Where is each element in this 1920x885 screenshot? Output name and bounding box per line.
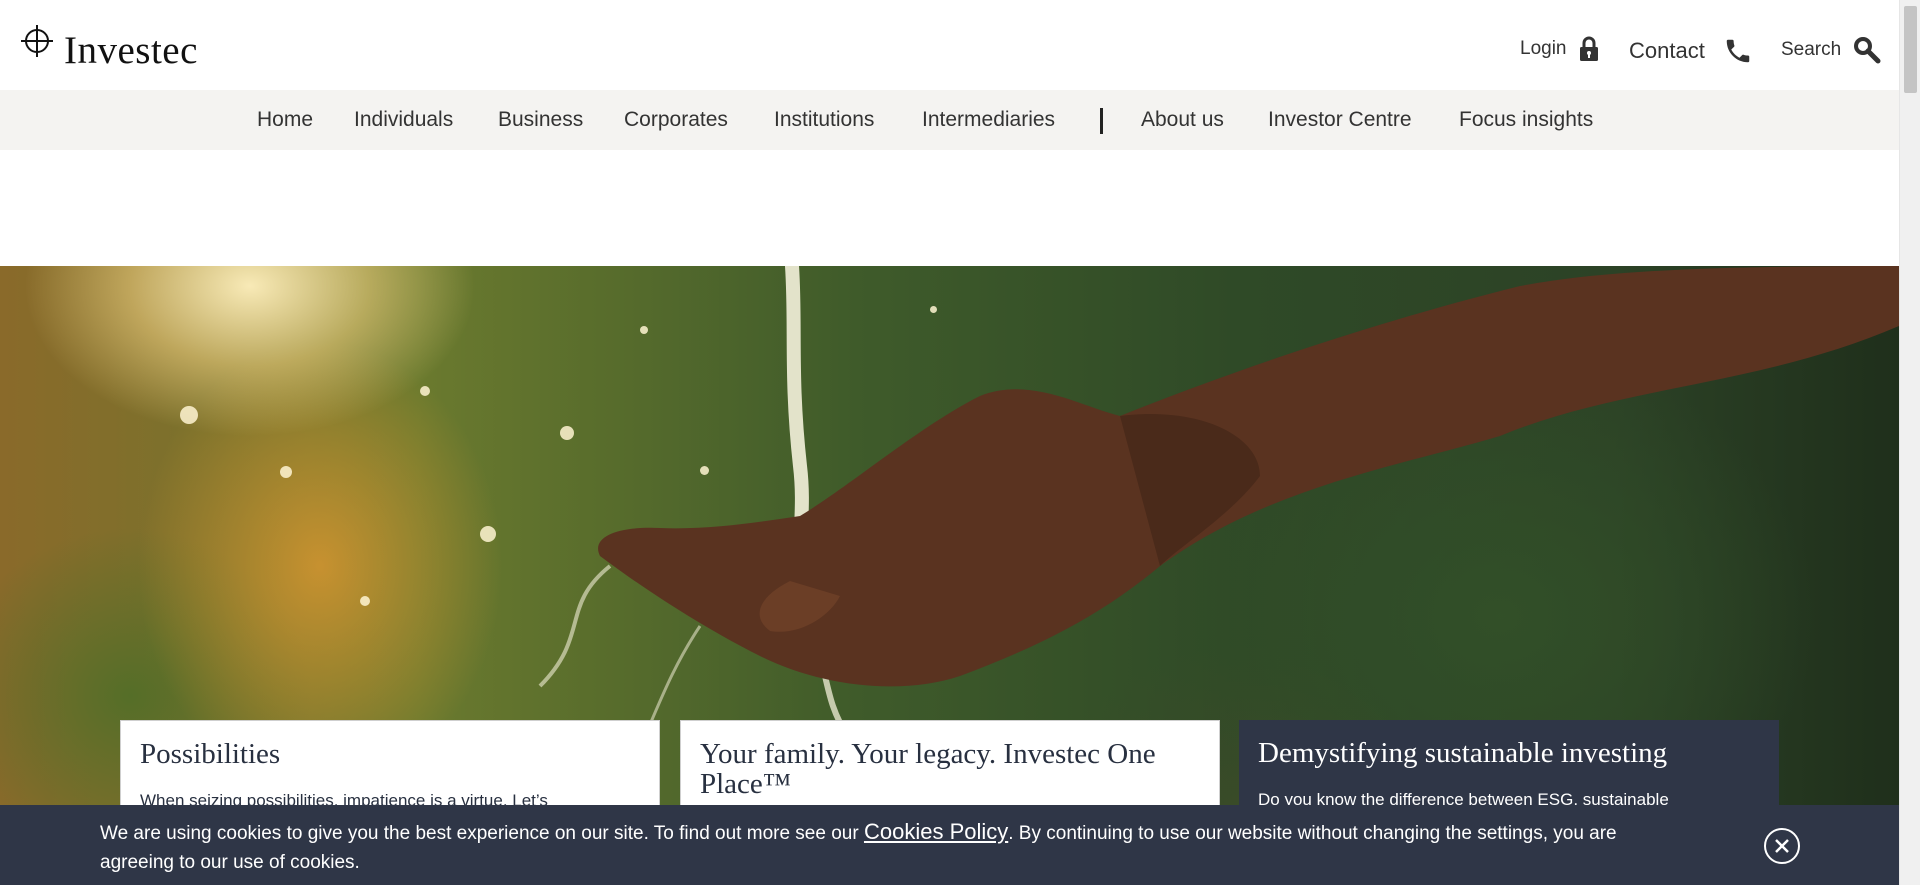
logo-wordmark: Investec xyxy=(64,29,198,72)
cookie-close-button[interactable] xyxy=(1764,828,1800,864)
nav-item-corporates[interactable]: Corporates xyxy=(624,108,728,132)
card-title: Your family. Your legacy. Investec One P… xyxy=(700,738,1156,800)
light-bokeh xyxy=(420,386,430,396)
scrollbar-thumb[interactable] xyxy=(1904,6,1917,93)
nav-item-about-us[interactable]: About us xyxy=(1141,108,1224,132)
contact-label: Contact xyxy=(1629,38,1705,63)
nav-item-institutions[interactable]: Institutions xyxy=(774,108,874,132)
lock-icon xyxy=(1579,36,1598,61)
login-link[interactable]: Login xyxy=(1520,36,1599,62)
search-icon xyxy=(1854,37,1881,64)
nav-divider xyxy=(1100,108,1103,134)
page-scrollbar[interactable] xyxy=(1899,0,1920,885)
phone-icon xyxy=(1726,39,1750,63)
card-title: Possibilities xyxy=(140,738,281,770)
light-bokeh xyxy=(700,466,709,475)
contact-link[interactable]: Contact xyxy=(1629,36,1753,66)
site-header: Investec Login Contact Search xyxy=(0,0,1899,90)
nav-item-intermediaries[interactable]: Intermediaries xyxy=(922,108,1055,132)
light-bokeh xyxy=(360,596,370,606)
search-label: Search xyxy=(1781,39,1842,60)
light-bokeh xyxy=(560,426,574,440)
card-title: Demystifying sustainable investing xyxy=(1258,737,1668,769)
cookie-banner: We are using cookies to give you the bes… xyxy=(0,805,1899,885)
nav-item-business[interactable]: Business xyxy=(498,108,583,132)
light-bokeh xyxy=(180,406,198,424)
close-icon xyxy=(1775,839,1789,853)
nav-item-investor-centre[interactable]: Investor Centre xyxy=(1268,108,1412,132)
nav-item-individuals[interactable]: Individuals xyxy=(354,108,453,132)
investec-logo-icon xyxy=(21,25,53,57)
light-bokeh xyxy=(930,306,937,313)
cookies-policy-link[interactable]: Cookies Policy xyxy=(864,819,1008,844)
investec-logo[interactable]: Investec xyxy=(20,24,198,70)
main-nav: Home Individuals Business Corporates Ins… xyxy=(0,90,1899,150)
nav-item-focus-insights[interactable]: Focus insights xyxy=(1459,108,1593,132)
login-label: Login xyxy=(1520,38,1567,59)
cookie-message: We are using cookies to give you the bes… xyxy=(100,817,1660,877)
nav-item-home[interactable]: Home xyxy=(257,108,313,132)
light-bokeh xyxy=(480,526,496,542)
search-link[interactable]: Search xyxy=(1781,36,1881,64)
light-bokeh xyxy=(640,326,648,334)
cookie-text-before: We are using cookies to give you the bes… xyxy=(100,823,864,844)
light-bokeh xyxy=(280,466,292,478)
